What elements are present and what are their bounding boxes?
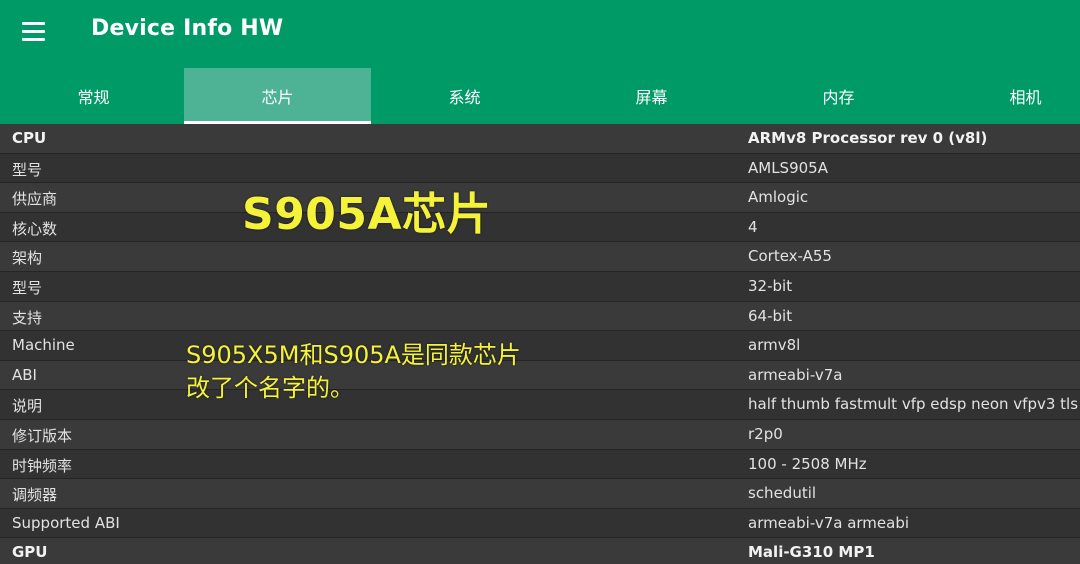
row-key: ABI <box>12 365 37 384</box>
row-value: schedutil <box>748 484 817 503</box>
app-title: Device Info HW <box>91 16 284 41</box>
row-key: 架构 <box>12 249 43 268</box>
row-cores: 核心数 4 <box>0 212 1080 243</box>
chip-info-list[interactable]: CPU ARMv8 Processor rev 0 (v8l) 型号 AMLS9… <box>0 124 1080 564</box>
row-key: 核心数 <box>12 219 58 238</box>
row-architecture: 架构 Cortex-A55 <box>0 242 1080 272</box>
row-key: Machine <box>12 336 75 355</box>
row-cpu: CPU ARMv8 Processor rev 0 (v8l) <box>0 124 1080 154</box>
tab-general[interactable]: 常规 <box>0 68 187 124</box>
row-value: half thumb fastmult vfp edsp neon vfpv3 … <box>748 395 1080 414</box>
row-supported-abi: Supported ABI armeabi-v7a armeabi <box>0 508 1080 539</box>
row-features: 说明 half thumb fastmult vfp edsp neon vfp… <box>0 390 1080 420</box>
row-bitness: 型号 32-bit <box>0 272 1080 302</box>
row-value: Cortex-A55 <box>748 247 832 266</box>
row-key: 型号 <box>12 160 43 179</box>
row-value: 64-bit <box>748 306 793 325</box>
row-clock-speed: 时钟频率 100 - 2508 MHz <box>0 449 1080 480</box>
tab-camera[interactable]: 相机 <box>932 68 1080 124</box>
row-model: 型号 AMLS905A <box>0 153 1080 184</box>
row-key: 供应商 <box>12 190 58 209</box>
tab-screen[interactable]: 屏幕 <box>558 68 745 124</box>
row-value: armv8l <box>748 336 801 355</box>
row-support: 支持 64-bit <box>0 301 1080 332</box>
row-value: armeabi-v7a <box>748 365 843 384</box>
row-revision: 修订版本 r2p0 <box>0 420 1080 450</box>
row-key: 说明 <box>12 397 43 416</box>
row-gpu: GPU Mali-G310 MP1 <box>0 538 1080 564</box>
menu-icon-bar <box>22 29 45 33</box>
row-value: Amlogic <box>748 188 809 207</box>
row-key: 时钟频率 <box>12 456 73 475</box>
tab-bar: 常规 芯片 系统 屏幕 内存 相机 <box>0 68 1080 124</box>
row-abi: ABI armeabi-v7a <box>0 360 1080 391</box>
row-value: AMLS905A <box>748 158 828 177</box>
row-value: Mali-G310 MP1 <box>748 543 875 562</box>
row-value: ARMv8 Processor rev 0 (v8l) <box>748 129 988 147</box>
annotation-note-line2: 改了个名字的。 <box>186 374 354 402</box>
row-value: 32-bit <box>748 277 793 295</box>
annotation-note-line1: S905X5M和S905A是同款芯片 <box>186 341 521 369</box>
row-machine: Machine armv8l <box>0 331 1080 361</box>
row-vendor: 供应商 Amlogic <box>0 183 1080 213</box>
menu-icon-bar <box>22 21 45 25</box>
row-key: CPU <box>12 129 47 147</box>
annotation-note: S905X5M和S905A是同款芯片 改了个名字的。 <box>186 339 521 405</box>
tab-chip[interactable]: 芯片 <box>184 68 371 124</box>
tab-memory[interactable]: 内存 <box>745 68 932 124</box>
menu-icon-bar <box>22 37 45 41</box>
row-key: 型号 <box>12 279 43 297</box>
row-value: 100 - 2508 MHz <box>748 454 867 473</box>
row-value: r2p0 <box>748 425 783 443</box>
row-key: Supported ABI <box>12 513 120 532</box>
menu-icon[interactable] <box>22 17 56 45</box>
tab-system[interactable]: 系统 <box>371 68 558 124</box>
annotation-chip-name: S905A芯片 <box>242 189 492 240</box>
row-value: armeabi-v7a armeabi <box>748 513 910 532</box>
app-bar: Device Info HW 常规 芯片 系统 屏幕 内存 相机 <box>0 0 1080 124</box>
row-governor: 调频器 schedutil <box>0 479 1080 509</box>
row-value: 4 <box>748 217 758 236</box>
row-key: 调频器 <box>12 486 58 505</box>
row-key: 支持 <box>12 308 43 327</box>
row-key: 修订版本 <box>12 427 73 445</box>
row-key: GPU <box>12 543 48 562</box>
